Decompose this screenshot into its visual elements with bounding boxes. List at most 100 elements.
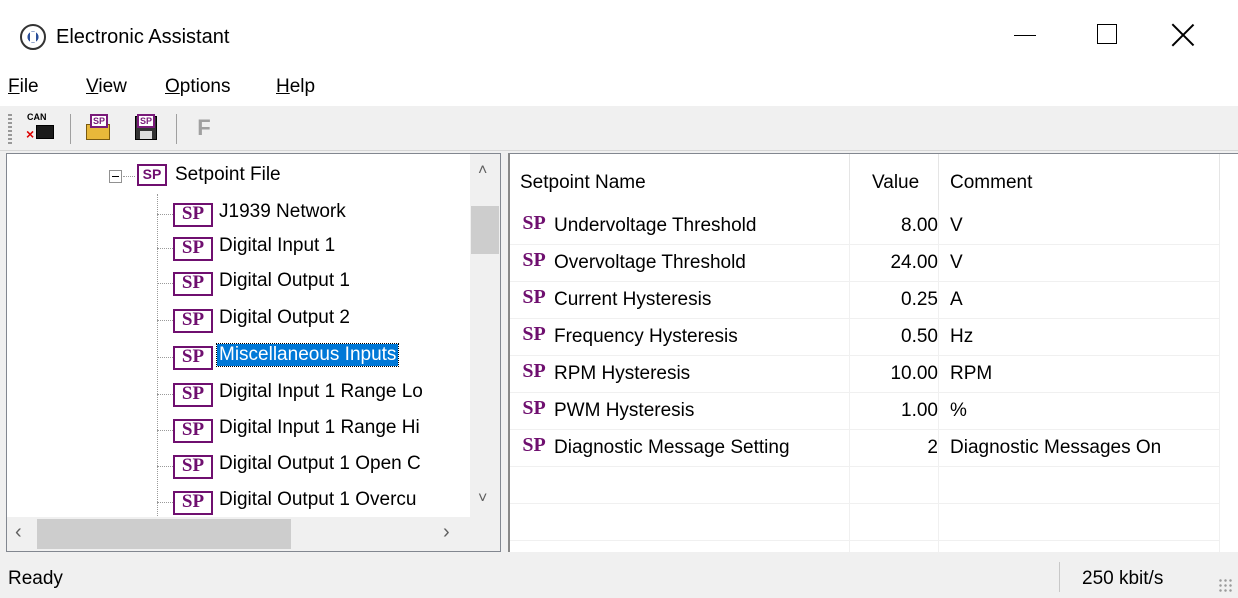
minimize-button[interactable] — [1002, 18, 1048, 54]
column-header-comment[interactable]: Comment — [950, 172, 1032, 194]
menu-view-accel: V — [86, 76, 99, 97]
scroll-corner — [470, 517, 500, 551]
setpoint-name: RPM Hysteresis — [554, 363, 691, 384]
table-row[interactable]: SP Overvoltage Threshold 24.00 V — [510, 245, 1220, 282]
sp-icon: SP — [522, 249, 546, 271]
scroll-right-icon[interactable]: › — [443, 521, 450, 544]
setpoint-file-icon: SP — [137, 164, 167, 186]
menu-view-label: iew — [98, 76, 127, 97]
setpoint-comment: V — [950, 215, 963, 236]
title-bar: Electronic Assistant — [0, 0, 1238, 70]
menu-options-accel: O — [165, 76, 180, 97]
open-setpoint-file-button[interactable]: SP — [84, 114, 112, 142]
baud-rate: 250 kbit/s — [1082, 568, 1164, 589]
toolbar: CAN × SP SP F — [0, 106, 1238, 151]
menu-file-accel: F — [8, 76, 20, 97]
table-row[interactable]: SP Undervoltage Threshold 8.00 V — [510, 208, 1220, 245]
menu-options[interactable]: Options — [165, 76, 230, 98]
sp-icon: SP — [522, 360, 546, 382]
setpoint-name: Overvoltage Threshold — [554, 252, 746, 273]
scroll-left-icon[interactable]: ‹ — [15, 521, 22, 544]
setpoint-name: Diagnostic Message Setting — [554, 437, 790, 458]
menu-file[interactable]: File — [8, 76, 39, 98]
disconnected-x-icon: × — [26, 126, 35, 142]
setpoint-comment: Diagnostic Messages On — [950, 437, 1162, 458]
setpoint-list[interactable]: Setpoint Name Value Comment SP Undervolt… — [508, 153, 1238, 552]
sp-icon: SP — [90, 114, 108, 128]
sp-icon: SP — [137, 114, 155, 128]
toolbar-separator — [70, 114, 71, 144]
tree-item-label: Digital Input 1 Range Lo — [219, 381, 423, 402]
menu-help-accel: H — [276, 76, 290, 97]
window-title: Electronic Assistant — [56, 26, 230, 48]
close-button[interactable] — [1160, 18, 1206, 54]
setpoint-name: Current Hysteresis — [554, 289, 712, 310]
sp-icon: SP — [522, 286, 546, 308]
status-text: Ready — [8, 568, 63, 589]
tree-horizontal-scrollbar[interactable]: ‹ › — [7, 517, 470, 551]
sp-icon: SP — [173, 309, 213, 333]
toolbar-grip[interactable] — [8, 114, 12, 144]
sp-icon: SP — [522, 323, 546, 345]
setpoint-comment: % — [950, 400, 967, 421]
tree-item-label: Digital Output 1 — [219, 270, 350, 291]
status-divider — [1059, 562, 1060, 592]
column-divider[interactable] — [1219, 154, 1220, 210]
resize-grip-icon[interactable] — [1218, 578, 1232, 592]
column-divider[interactable] — [938, 154, 939, 210]
menu-file-label: ile — [19, 76, 39, 97]
column-header-value[interactable]: Value — [872, 172, 919, 194]
menu-help-label: elp — [289, 76, 316, 97]
setpoint-comment: V — [950, 252, 963, 273]
sp-icon: SP — [522, 397, 546, 419]
scrollbar-thumb[interactable] — [37, 519, 291, 549]
setpoint-tree[interactable]: SP Setpoint File SP J1939 Network SP Dig… — [6, 153, 501, 552]
sp-icon: SP — [173, 455, 213, 479]
setpoint-value: 8.00 — [901, 215, 938, 236]
tree-item-label: Digital Output 1 Open C — [219, 453, 421, 474]
table-row[interactable]: SP Frequency Hysteresis 0.50 Hz — [510, 319, 1220, 356]
flash-button[interactable]: F — [190, 114, 218, 142]
tree-item-label: Digital Output 1 Overcu — [219, 489, 417, 510]
table-row[interactable]: SP Current Hysteresis 0.25 A — [510, 282, 1220, 319]
save-setpoint-file-button[interactable]: SP — [132, 114, 160, 142]
setpoint-comment: Hz — [950, 326, 974, 347]
setpoint-name: Undervoltage Threshold — [554, 215, 757, 236]
scroll-up-icon[interactable]: ˄ — [478, 162, 487, 180]
tree-root-label: Setpoint File — [175, 164, 281, 185]
can-connect-button[interactable]: CAN × — [26, 112, 54, 142]
setpoint-value: 1.00 — [901, 400, 938, 421]
sp-icon: SP — [173, 491, 213, 515]
setpoint-value: 10.00 — [890, 363, 938, 384]
sp-icon: SP — [173, 237, 213, 261]
menu-bar: File View Options Help — [0, 70, 1238, 106]
column-divider[interactable] — [849, 154, 850, 210]
sp-icon: SP — [522, 434, 546, 456]
column-header-name[interactable]: Setpoint Name — [520, 172, 646, 194]
setpoint-name: Frequency Hysteresis — [554, 326, 738, 347]
maximize-button[interactable] — [1085, 18, 1131, 54]
table-row[interactable]: SP RPM Hysteresis 10.00 RPM — [510, 356, 1220, 393]
table-row[interactable]: SP Diagnostic Message Setting 2 Diagnost… — [510, 430, 1220, 467]
scrollbar-thumb[interactable] — [471, 206, 499, 254]
sp-icon: SP — [522, 212, 546, 234]
menu-options-label: ptions — [179, 76, 231, 97]
setpoint-comment: RPM — [950, 363, 993, 384]
table-row[interactable]: SP PWM Hysteresis 1.00 % — [510, 393, 1220, 430]
setpoint-value: 2 — [927, 437, 938, 458]
table-row-empty — [510, 467, 1220, 504]
scroll-down-icon[interactable]: ˅ — [478, 490, 487, 508]
can-label: CAN — [27, 112, 47, 122]
setpoint-comment: A — [950, 289, 963, 310]
sp-icon: SP — [173, 419, 213, 443]
setpoint-value: 0.25 — [901, 289, 938, 310]
menu-view[interactable]: View — [86, 76, 127, 98]
menu-help[interactable]: Help — [276, 76, 315, 98]
setpoint-name: PWM Hysteresis — [554, 400, 695, 421]
tree-guide-line — [123, 176, 135, 177]
collapse-icon[interactable] — [109, 170, 122, 183]
toolbar-separator — [176, 114, 177, 144]
tree-vertical-scrollbar[interactable]: ˄ ˅ — [470, 154, 500, 517]
tree-item-label: J1939 Network — [219, 201, 346, 222]
app-icon — [20, 24, 46, 50]
